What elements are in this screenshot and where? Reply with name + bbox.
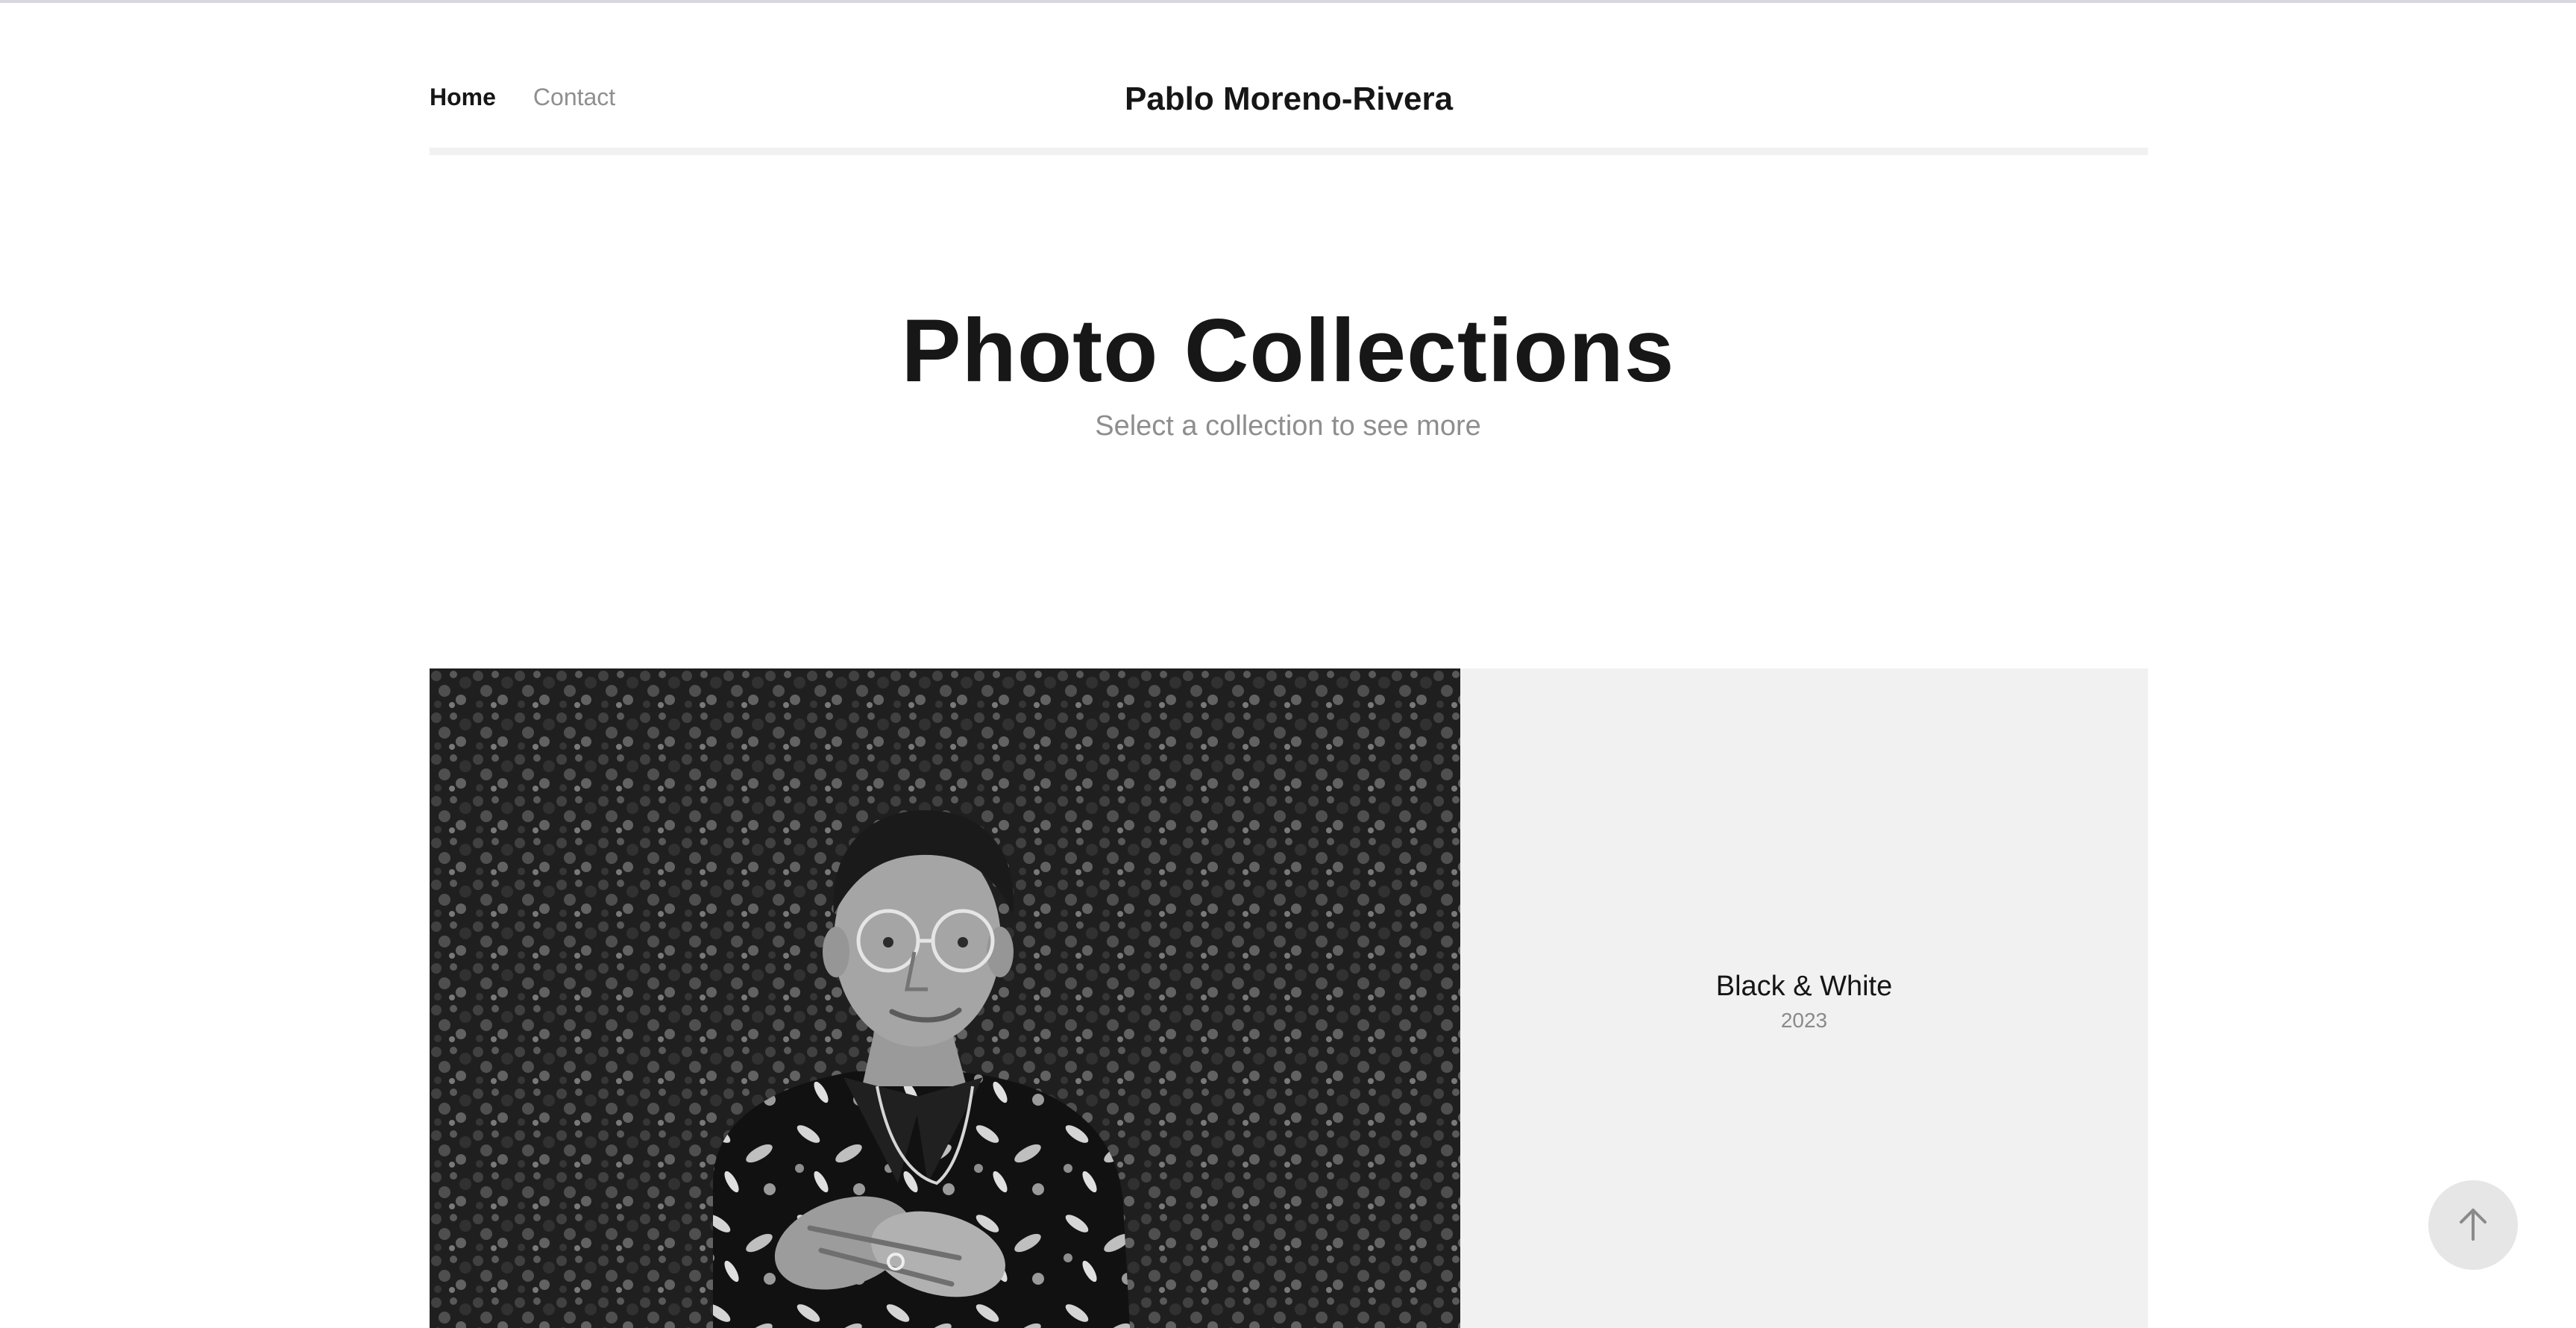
collection-card-black-white[interactable]: Black & White 2023 (430, 668, 2148, 1328)
hero-section: Photo Collections Select a collection to… (0, 301, 2576, 442)
collection-text: Black & White 2023 (1460, 971, 2148, 1033)
collection-title[interactable]: Black & White (1460, 971, 2148, 1003)
portrait-photo (430, 668, 1460, 1328)
collection-year: 2023 (1780, 1009, 1828, 1032)
page: Home Contact Pablo Moreno-Rivera Photo C… (0, 0, 2576, 1328)
site-name[interactable]: Pablo Moreno-Rivera (430, 81, 2148, 118)
collection-cover-photo[interactable] (430, 668, 1460, 1328)
page-title: Photo Collections (901, 301, 1675, 401)
arrow-up-icon (2453, 1204, 2493, 1247)
header-divider (430, 148, 2148, 155)
page-subtitle: Select a collection to see more (1095, 410, 1481, 442)
collection-info-panel[interactable]: Black & White 2023 (1460, 668, 2148, 1328)
back-to-top-button[interactable] (2428, 1180, 2518, 1270)
site-header: Home Contact Pablo Moreno-Rivera (430, 3, 2148, 157)
